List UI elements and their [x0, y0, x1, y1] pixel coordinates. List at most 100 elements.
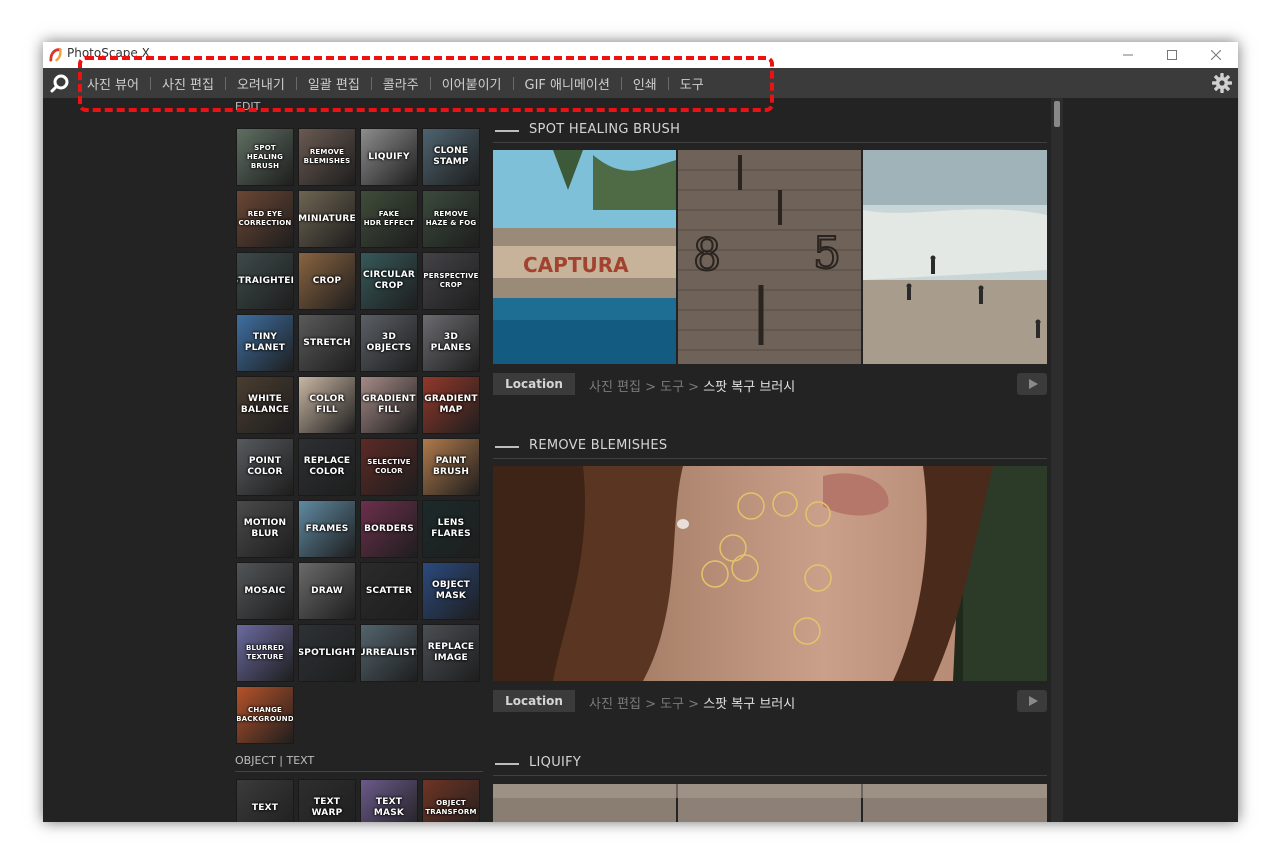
- tool-tile[interactable]: FAKE HDR EFFECT: [360, 190, 418, 248]
- menu-separator: [370, 76, 372, 90]
- tool-tile[interactable]: RED EYE CORRECTION: [236, 190, 294, 248]
- tool-tile[interactable]: GRADIENT FILL: [360, 376, 418, 434]
- tool-tile-label: REPLACE COLOR: [303, 456, 351, 477]
- edit-section-label: EDIT: [235, 100, 261, 113]
- tool-tile[interactable]: WHITE BALANCE: [236, 376, 294, 434]
- menu-item[interactable]: 이어붙이기: [438, 74, 506, 93]
- tool-tile[interactable]: PAINT BRUSH: [422, 438, 480, 496]
- tool-tile[interactable]: CIRCULAR CROP: [360, 252, 418, 310]
- tool-tile[interactable]: 3D PLANES: [422, 314, 480, 372]
- tool-tile[interactable]: DRAW: [298, 562, 356, 620]
- menu-item[interactable]: 사진 편집: [158, 74, 218, 93]
- tool-tile-label: LENS FLARES: [431, 518, 471, 539]
- menu-item[interactable]: 사진 뷰어: [83, 74, 143, 93]
- tool-tile[interactable]: MINIATURE: [298, 190, 356, 248]
- tool-tile[interactable]: TEXT: [236, 779, 294, 822]
- vertical-scrollbar[interactable]: [1051, 98, 1063, 822]
- tool-tile[interactable]: STRETCH: [298, 314, 356, 372]
- play-video-button[interactable]: [1017, 373, 1047, 395]
- tool-tile[interactable]: REMOVE HAZE & FOG: [422, 190, 480, 248]
- tool-tile[interactable]: TINY PLANET: [236, 314, 294, 372]
- tool-tile-label: REMOVE BLEMISHES: [303, 148, 351, 165]
- section-divider: [235, 771, 483, 772]
- location-row-spot-healing: Location 사진 편집 > 도구 > 스팟 복구 브러시: [493, 373, 1047, 395]
- tool-tile[interactable]: REPLACE IMAGE: [422, 624, 480, 682]
- tool-tile[interactable]: SPOT HEALING BRUSH: [236, 128, 294, 186]
- menu-item[interactable]: 인쇄: [629, 74, 661, 93]
- tool-tile[interactable]: MOSAIC: [236, 562, 294, 620]
- window-title: PhotoScape X: [67, 46, 150, 60]
- tool-tile[interactable]: STRAIGHTEN: [236, 252, 294, 310]
- maximize-button[interactable]: [1150, 42, 1194, 68]
- location-badge: Location: [493, 690, 575, 712]
- tool-tile-label: GRADIENT FILL: [362, 394, 416, 415]
- tool-tile[interactable]: SELECTIVE COLOR: [360, 438, 418, 496]
- tool-tile[interactable]: TEXT WARP: [298, 779, 356, 822]
- menu-item[interactable]: 오려내기: [233, 74, 289, 93]
- section-title: REMOVE BLEMISHES: [529, 438, 668, 453]
- tool-tile[interactable]: OBJECT TRANSFORM: [422, 779, 480, 822]
- tool-tile[interactable]: MOTION BLUR: [236, 500, 294, 558]
- tool-tile-label: FRAMES: [305, 523, 349, 534]
- tool-tile[interactable]: GRADIENT MAP: [422, 376, 480, 434]
- app-window: PhotoScape X 사진 뷰어 사진 편집 오려내기 일괄 편집 콜라주 이어붙이기…: [43, 42, 1238, 822]
- menu-separator: [224, 76, 226, 90]
- tool-tile-label: SPOT HEALING BRUSH: [246, 143, 284, 170]
- tool-tile[interactable]: REPLACE COLOR: [298, 438, 356, 496]
- section-header-remove-blemishes: REMOVE BLEMISHES: [493, 434, 1047, 459]
- tool-tile-label: TEXT MASK: [373, 797, 405, 818]
- section-rule: [493, 142, 1047, 143]
- tool-tile-label: PERSPECTIVE CROP: [423, 272, 479, 289]
- tool-tile[interactable]: SURREALISTIC: [360, 624, 418, 682]
- minimize-button[interactable]: [1106, 42, 1150, 68]
- tool-tile[interactable]: COLOR FILL: [298, 376, 356, 434]
- tool-tile[interactable]: SCATTER: [360, 562, 418, 620]
- tool-tile[interactable]: 3D OBJECTS: [360, 314, 418, 372]
- location-path: 사진 편집 > 도구 > 스팟 복구 브러시: [589, 376, 795, 395]
- tool-tile[interactable]: OBJECT MASK: [422, 562, 480, 620]
- tool-tile-label: MINIATURE: [298, 213, 356, 224]
- tool-tile[interactable]: BLURRED TEXTURE: [236, 624, 294, 682]
- location-path-target[interactable]: 스팟 복구 브러시: [703, 697, 795, 712]
- tool-tile[interactable]: FRAMES: [298, 500, 356, 558]
- menu-item[interactable]: 도구: [676, 74, 708, 93]
- tool-tile[interactable]: LENS FLARES: [422, 500, 480, 558]
- menu-item[interactable]: GIF 애니메이션: [521, 74, 614, 93]
- tool-tile[interactable]: POINT COLOR: [236, 438, 294, 496]
- tool-tile[interactable]: REMOVE BLEMISHES: [298, 128, 356, 186]
- tool-tile[interactable]: CHANGE BACKGROUND: [236, 686, 294, 744]
- tool-tile[interactable]: PERSPECTIVE CROP: [422, 252, 480, 310]
- tool-tile-label: 3D PLANES: [430, 332, 472, 353]
- tool-tile[interactable]: SPOTLIGHT: [298, 624, 356, 682]
- tool-tile-label: OBJECT MASK: [432, 580, 470, 601]
- menu-item[interactable]: 일괄 편집: [304, 74, 364, 93]
- tool-tile-label: TEXT: [251, 802, 279, 813]
- section-title: SPOT HEALING BRUSH: [529, 122, 681, 137]
- location-path-prefix: 사진 편집 > 도구 >: [589, 697, 704, 712]
- tool-tile-label: STRETCH: [303, 337, 351, 348]
- tool-tile-label: SURREALISTIC: [361, 647, 417, 658]
- liquify-preview-image: [493, 784, 1047, 822]
- menu-item[interactable]: 콜라주: [379, 74, 423, 93]
- tool-tile[interactable]: CLONE STAMP: [422, 128, 480, 186]
- tool-tile-label: PAINT BRUSH: [432, 456, 470, 477]
- menu-items: 사진 뷰어 사진 편집 오려내기 일괄 편집 콜라주 이어붙이기 GIF 애니메이션 인쇄 도구: [83, 68, 708, 98]
- tool-tile[interactable]: TEXT MASK: [360, 779, 418, 822]
- tool-tile[interactable]: CROP: [298, 252, 356, 310]
- tool-tile-label: DRAW: [311, 585, 343, 596]
- search-icon[interactable]: [49, 72, 71, 94]
- scrollbar-thumb[interactable]: [1054, 101, 1060, 127]
- play-video-button[interactable]: [1017, 690, 1047, 712]
- location-path-target[interactable]: 스팟 복구 브러시: [703, 380, 795, 395]
- tool-tile-label: CIRCULAR CROP: [362, 270, 416, 291]
- section-rule: [493, 458, 1047, 459]
- tool-preview-panel: SPOT HEALING BRUSH CAPTURA 8 5 Location …: [493, 98, 1053, 822]
- close-button[interactable]: [1194, 42, 1238, 68]
- tool-tile-label: 3D OBJECTS: [366, 332, 412, 353]
- location-path-prefix: 사진 편집 > 도구 >: [589, 380, 704, 395]
- tool-tile[interactable]: BORDERS: [360, 500, 418, 558]
- title-bar: PhotoScape X: [43, 42, 1238, 68]
- gear-icon[interactable]: [1210, 71, 1234, 95]
- tool-tile-label: MOSAIC: [244, 585, 286, 596]
- tool-tile[interactable]: LIQUIFY: [360, 128, 418, 186]
